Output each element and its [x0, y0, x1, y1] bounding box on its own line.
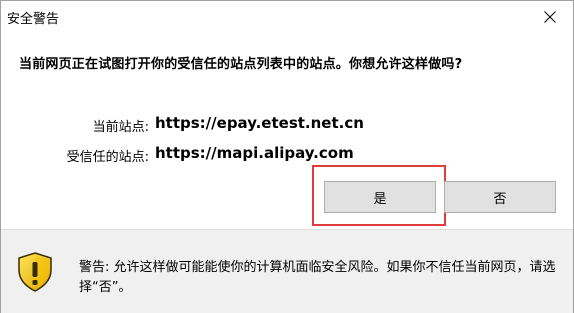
trusted-site-value: https://mapi.alipay.com [155, 144, 354, 162]
warning-text: 警告: 允许这样做可能能使你的计算机面临安全风险。如果你不信任当前网页，请选择“… [79, 260, 556, 295]
close-icon [544, 11, 556, 23]
no-button[interactable]: 否 [444, 181, 556, 213]
close-button[interactable] [527, 1, 573, 33]
current-site-label: 当前站点: [92, 120, 149, 135]
current-site-value: https://epay.etest.net.cn [155, 114, 364, 132]
yes-button[interactable]: 是 [324, 181, 436, 213]
shield-warning-icon [18, 252, 52, 292]
title-bar: 安全警告 [1, 1, 573, 33]
security-warning-dialog: 安全警告 当前网页正在试图打开你的受信任的站点列表中的站点。你想允许这样做吗? … [0, 0, 574, 313]
dialog-content: 当前网页正在试图打开你的受信任的站点列表中的站点。你想允许这样做吗? 当前站点:… [1, 33, 573, 229]
window-title: 安全警告 [7, 12, 60, 27]
trusted-site-label: 受信任的站点: [66, 150, 149, 165]
warning-footer: 警告: 允许这样做可能能使你的计算机面临安全风险。如果你不信任当前网页，请选择“… [1, 230, 573, 313]
question-text: 当前网页正在试图打开你的受信任的站点列表中的站点。你想允许这样做吗? [19, 57, 463, 72]
